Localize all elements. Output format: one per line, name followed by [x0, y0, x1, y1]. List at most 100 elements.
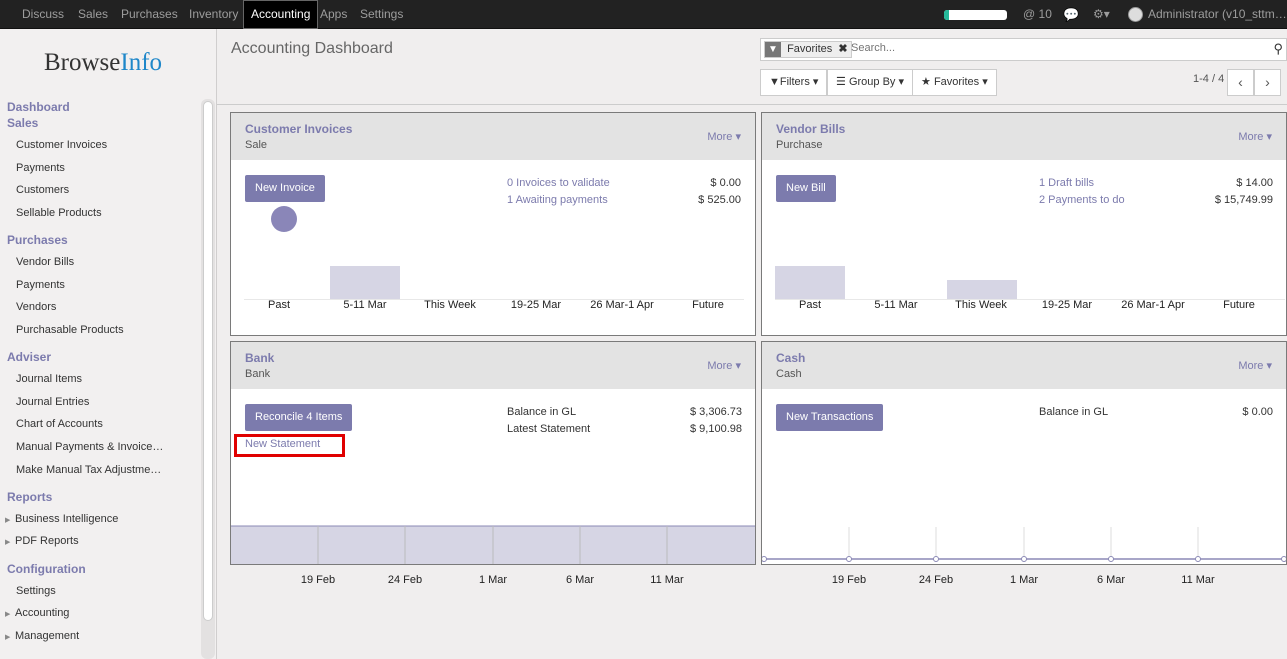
- menu-purchases[interactable]: Purchases: [114, 0, 185, 29]
- chart-point: [933, 556, 939, 562]
- search-box[interactable]: ▼ Favorites ✖ ⚲: [760, 38, 1287, 61]
- user-menu[interactable]: Administrator (v10_sttm…: [1148, 0, 1287, 29]
- card-header: [762, 342, 1286, 389]
- more-label: More: [1238, 131, 1264, 143]
- menu-apps[interactable]: Apps: [313, 0, 354, 29]
- logo-text-browse: Browse: [44, 49, 121, 76]
- x-label: 6 Mar: [565, 574, 595, 586]
- more-dropdown[interactable]: More ▾: [1238, 130, 1272, 143]
- caret-right-icon: ▶: [5, 517, 11, 524]
- sidebar-head-configuration: Configuration: [7, 562, 86, 576]
- logo: BrowseInfo: [44, 49, 162, 77]
- menu-sales[interactable]: Sales: [71, 0, 115, 29]
- sidebar-item-journal-items[interactable]: Journal Items: [16, 373, 82, 385]
- more-label: More: [1238, 360, 1264, 372]
- menu-inventory[interactable]: Inventory: [182, 0, 245, 29]
- sidebar-item-customer-invoices[interactable]: Customer Invoices: [16, 139, 107, 151]
- draft-bills-amount: $ 14.00: [1236, 177, 1273, 189]
- debug-icon[interactable]: ⚙▾: [1093, 0, 1110, 29]
- x-label: 19-25 Mar: [510, 299, 562, 311]
- pager-previous-button[interactable]: ‹: [1227, 69, 1254, 96]
- sidebar-item-manual-payments[interactable]: Manual Payments & Invoice…: [16, 441, 163, 453]
- x-label: 24 Feb: [918, 574, 954, 586]
- more-dropdown[interactable]: More ▾: [1238, 359, 1272, 372]
- menu-discuss[interactable]: Discuss: [15, 0, 71, 29]
- x-label: 11 Mar: [650, 574, 684, 586]
- sidebar-item-management[interactable]: Management: [15, 630, 79, 642]
- mentions-counter[interactable]: @ 10: [1023, 0, 1052, 29]
- top-navbar: Discuss Sales Purchases Inventory Accoun…: [0, 0, 1287, 29]
- caret-right-icon: ▶: [5, 539, 11, 546]
- sidebar-item-customers[interactable]: Customers: [16, 184, 69, 196]
- payments-to-do-amount: $ 15,749.99: [1214, 194, 1273, 206]
- x-label: 26 Mar-1 Apr: [590, 299, 654, 311]
- sidebar-item-business-intelligence[interactable]: Business Intelligence: [15, 513, 118, 525]
- sidebar-item-config-settings[interactable]: Settings: [16, 585, 56, 597]
- favorites-button[interactable]: ★ Favorites ▾: [912, 69, 997, 96]
- menu-accounting[interactable]: Accounting: [243, 0, 319, 29]
- card-title[interactable]: Bank: [245, 351, 274, 365]
- more-dropdown[interactable]: More ▾: [707, 130, 741, 143]
- group-by-button[interactable]: ☰ Group By ▾: [827, 69, 913, 96]
- chart-point: [1021, 556, 1027, 562]
- card-title[interactable]: Cash: [776, 351, 805, 365]
- sidebar-head-dashboard[interactable]: Dashboard: [7, 100, 70, 114]
- awaiting-payments-link[interactable]: 1 Awaiting payments: [507, 194, 608, 206]
- chat-icon[interactable]: 💬: [1063, 0, 1079, 29]
- sidebar-item-vendors[interactable]: Vendors: [16, 301, 56, 313]
- x-label: 19 Feb: [831, 574, 867, 586]
- search-facet[interactable]: ▼ Favorites ✖: [764, 41, 852, 58]
- invoices-to-validate-link[interactable]: 0 Invoices to validate: [507, 177, 610, 189]
- divider: [217, 104, 1287, 105]
- sidebar-scroll-thumb[interactable]: [203, 101, 213, 621]
- filters-button[interactable]: ▼Filters ▾: [760, 69, 828, 96]
- filter-icon: ▼: [765, 42, 781, 57]
- new-transactions-button[interactable]: New Transactions: [776, 404, 884, 431]
- progress-fill: [944, 10, 949, 20]
- pager-next-button[interactable]: ›: [1254, 69, 1281, 96]
- sidebar-item-chart-of-accounts[interactable]: Chart of Accounts: [16, 418, 103, 430]
- sidebar-item-purchase-payments[interactable]: Payments: [16, 279, 65, 291]
- card-subtitle: Purchase: [776, 139, 823, 151]
- x-label: 11 Mar: [1181, 574, 1215, 586]
- sidebar-head-reports: Reports: [7, 490, 53, 504]
- new-bill-button[interactable]: New Bill: [776, 175, 836, 202]
- x-label: 26 Mar-1 Apr: [1121, 299, 1185, 311]
- search-input[interactable]: [851, 42, 1251, 54]
- pager-value: 1-4 / 4: [1193, 73, 1225, 85]
- sidebar-item-sellable-products[interactable]: Sellable Products: [16, 207, 102, 219]
- card-customer-invoices: Customer Invoices Sale More ▾ New Invoic…: [230, 112, 756, 336]
- payments-to-do-link[interactable]: 2 Payments to do: [1039, 194, 1125, 206]
- more-dropdown[interactable]: More ▾: [707, 359, 741, 372]
- sidebar-item-config-accounting[interactable]: Accounting: [15, 607, 69, 619]
- balance-gl-amount: $ 3,306.73: [690, 406, 742, 418]
- menu-settings[interactable]: Settings: [353, 0, 410, 29]
- sidebar-item-sales-payments[interactable]: Payments: [16, 162, 65, 174]
- group-by-label: Group By: [848, 76, 896, 88]
- avatar[interactable]: [1128, 7, 1143, 22]
- card-header: [762, 113, 1286, 160]
- chart-bar: [947, 280, 1017, 299]
- balance-gl-label: Balance in GL: [507, 406, 577, 418]
- card-title[interactable]: Vendor Bills: [776, 122, 845, 136]
- x-label: This Week: [955, 299, 1007, 311]
- reconcile-items-button[interactable]: Reconcile 4 Items: [245, 404, 353, 431]
- x-label: Past: [798, 299, 821, 311]
- star-icon: ★: [921, 76, 931, 88]
- bank-line-chart: [231, 525, 755, 564]
- progress-bar: [944, 10, 1007, 20]
- new-invoice-button[interactable]: New Invoice: [245, 175, 325, 202]
- sidebar-item-journal-entries[interactable]: Journal Entries: [16, 396, 89, 408]
- sidebar-item-vendor-bills[interactable]: Vendor Bills: [16, 256, 74, 268]
- x-label: Past: [267, 299, 290, 311]
- search-icon[interactable]: ⚲: [1273, 41, 1283, 57]
- card-header: [231, 113, 755, 160]
- sidebar-item-pdf-reports[interactable]: PDF Reports: [15, 535, 79, 547]
- draft-bills-link[interactable]: 1 Draft bills: [1039, 177, 1094, 189]
- facet-remove-icon[interactable]: ✖: [838, 43, 850, 55]
- sidebar-head-purchases: Purchases: [7, 233, 68, 247]
- card-header: [231, 342, 755, 389]
- sidebar-item-purchasable-products[interactable]: Purchasable Products: [16, 324, 124, 336]
- sidebar-item-manual-tax[interactable]: Make Manual Tax Adjustme…: [16, 464, 161, 476]
- card-title[interactable]: Customer Invoices: [245, 122, 352, 136]
